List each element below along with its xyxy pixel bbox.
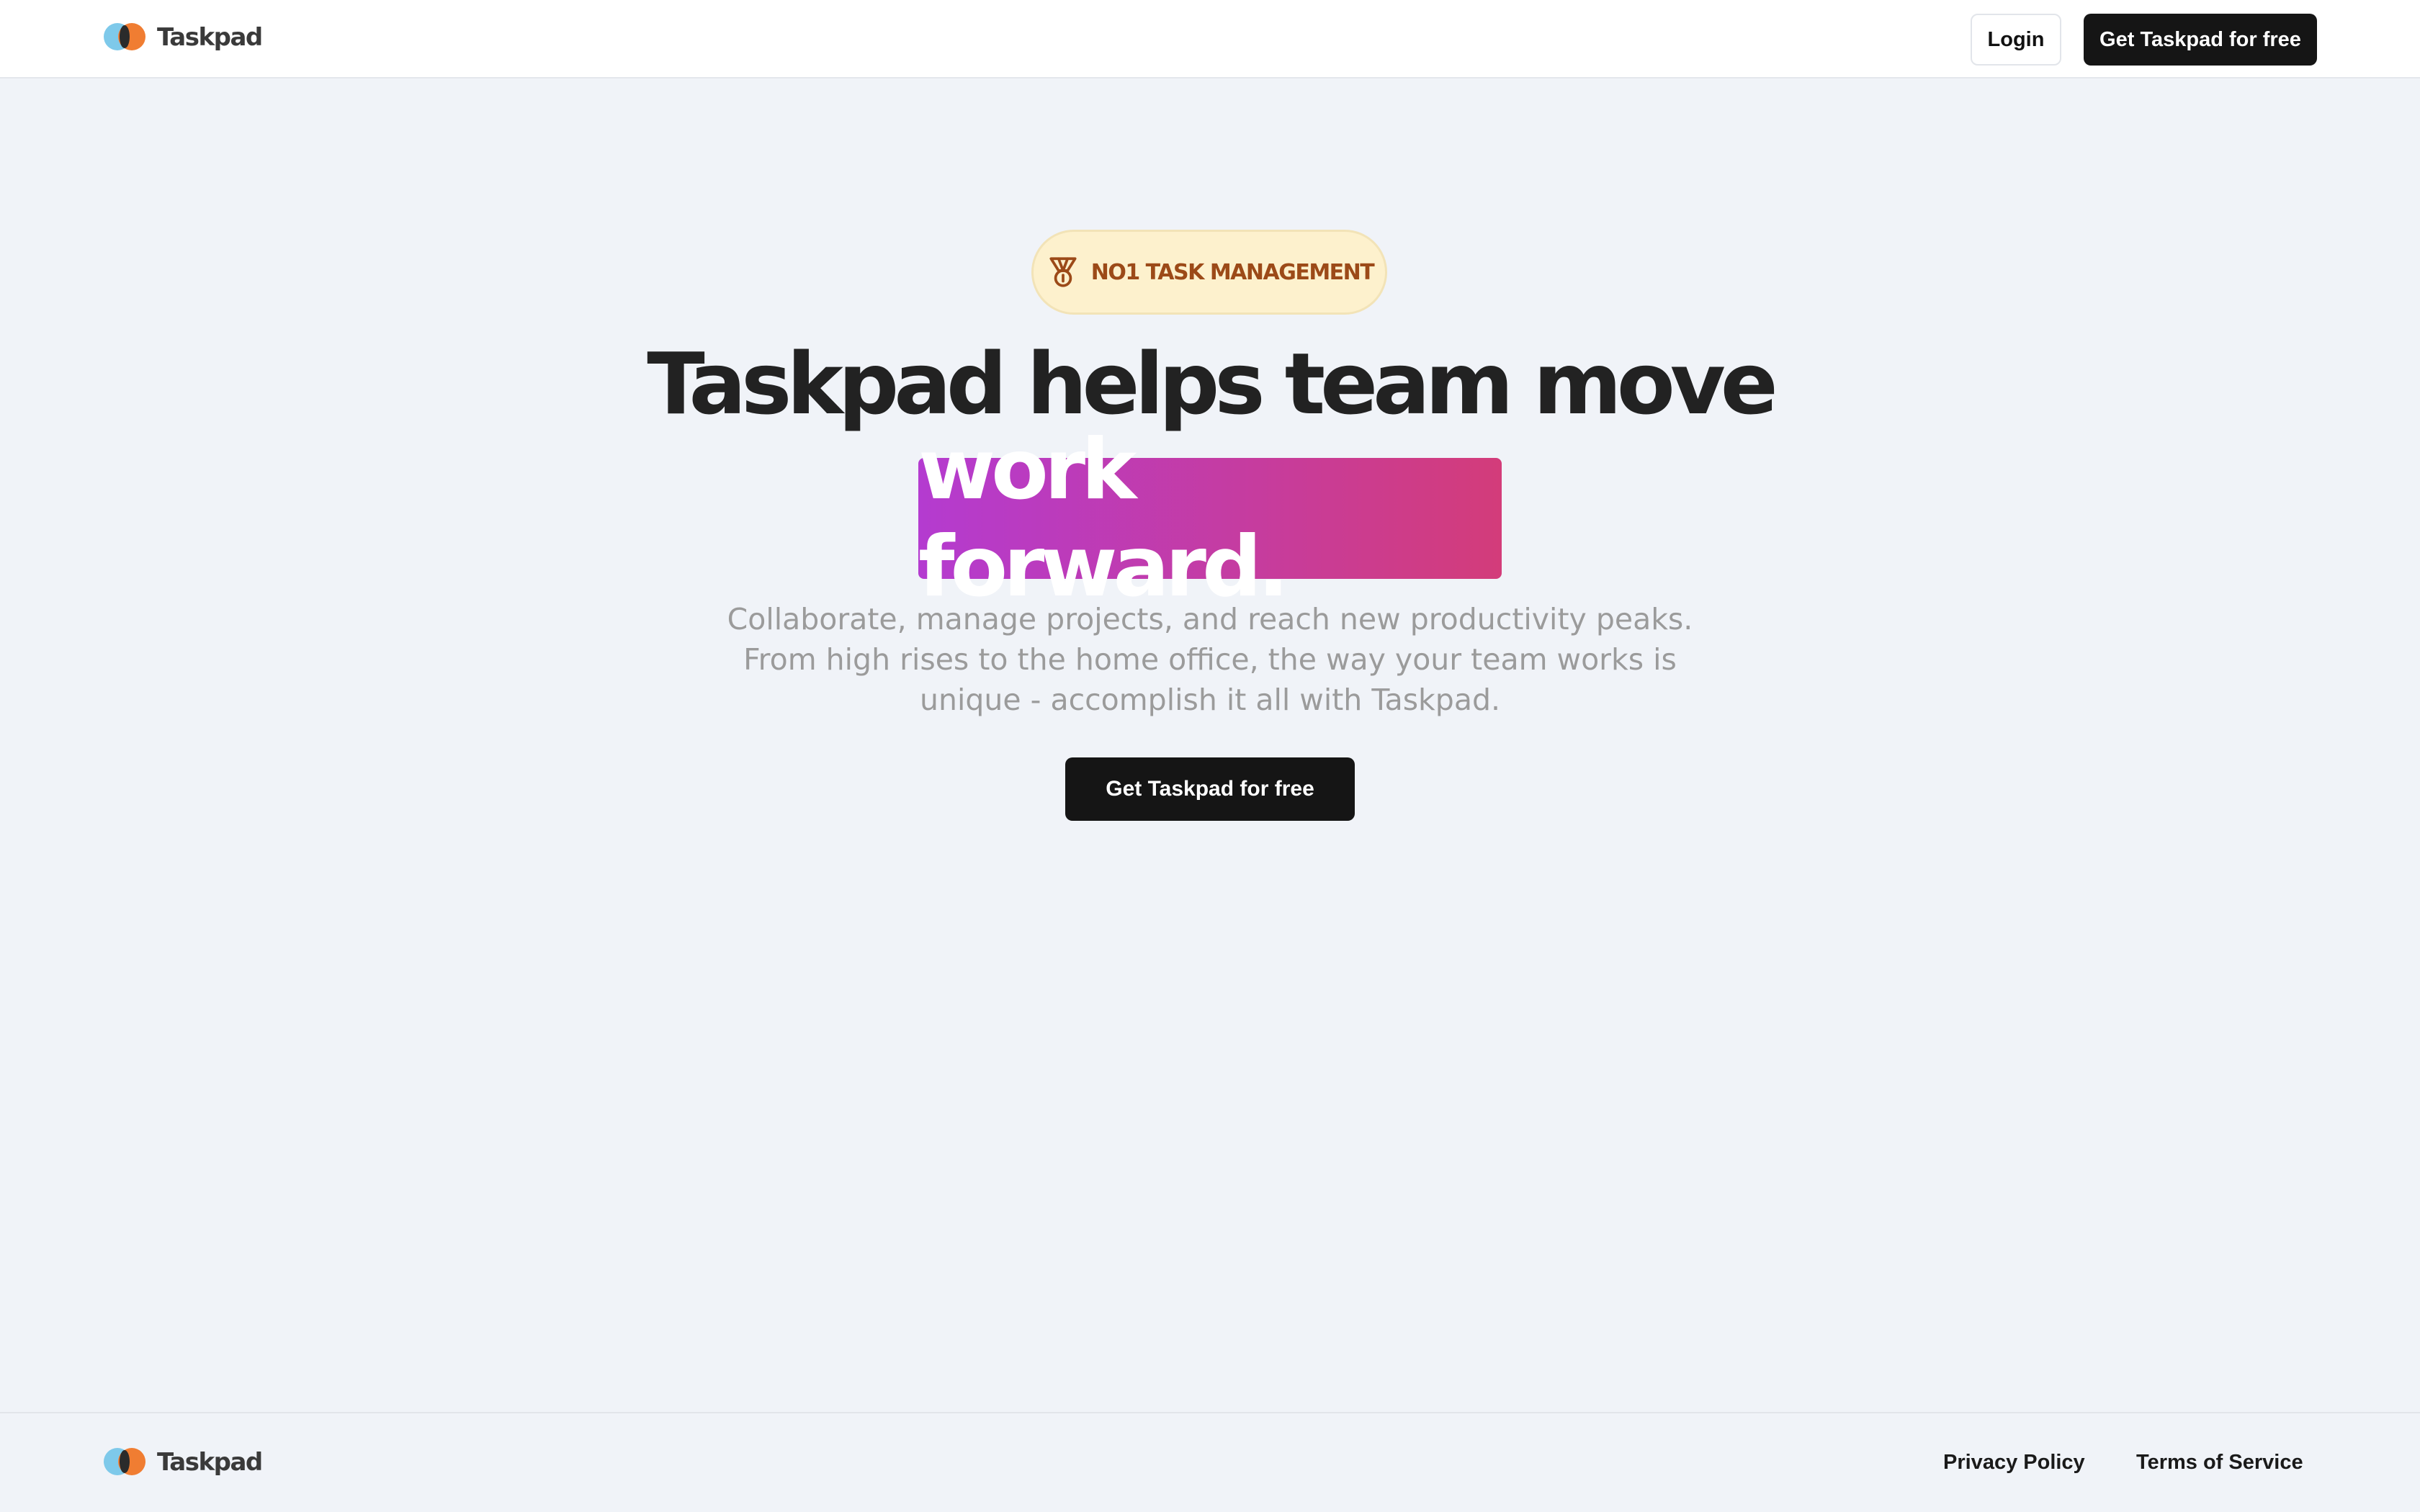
- privacy-policy-link[interactable]: Privacy Policy: [1943, 1451, 2085, 1475]
- terms-of-service-link[interactable]: Terms of Service: [2136, 1451, 2303, 1475]
- hero-badge: NO1 TASK MANAGEMENT: [1031, 230, 1387, 315]
- brand-logo-link[interactable]: Taskpad: [104, 23, 263, 52]
- taskpad-logo-icon: [104, 23, 147, 52]
- medal-icon: [1049, 257, 1077, 287]
- hero-subtext-line-2: From high rises to the home office, the …: [743, 642, 1677, 677]
- login-button[interactable]: Login: [1971, 14, 2061, 66]
- taskpad-logo-icon: [104, 1448, 147, 1477]
- hero-highlight: work forward.: [918, 421, 1502, 616]
- get-taskpad-hero-button[interactable]: Get Taskpad for free: [1065, 757, 1355, 821]
- hero-subtext-line-1: Collaborate, manage projects, and reach …: [727, 602, 1693, 636]
- top-nav: Taskpad Login Get Taskpad for free: [0, 0, 2420, 78]
- brand-name: Taskpad: [157, 23, 263, 52]
- hero-subtext: Collaborate, manage projects, and reach …: [706, 599, 1714, 720]
- badge-text: NO1 TASK MANAGEMENT: [1090, 259, 1375, 285]
- footer-brand-logo-link[interactable]: Taskpad: [104, 1448, 263, 1477]
- footer-brand-name: Taskpad: [157, 1448, 263, 1477]
- footer: Taskpad Privacy Policy Terms of Service: [0, 1412, 2420, 1512]
- get-taskpad-nav-button[interactable]: Get Taskpad for free: [2084, 14, 2317, 66]
- hero-subtext-line-3: unique - accomplish it all with Taskpad.: [919, 683, 1501, 717]
